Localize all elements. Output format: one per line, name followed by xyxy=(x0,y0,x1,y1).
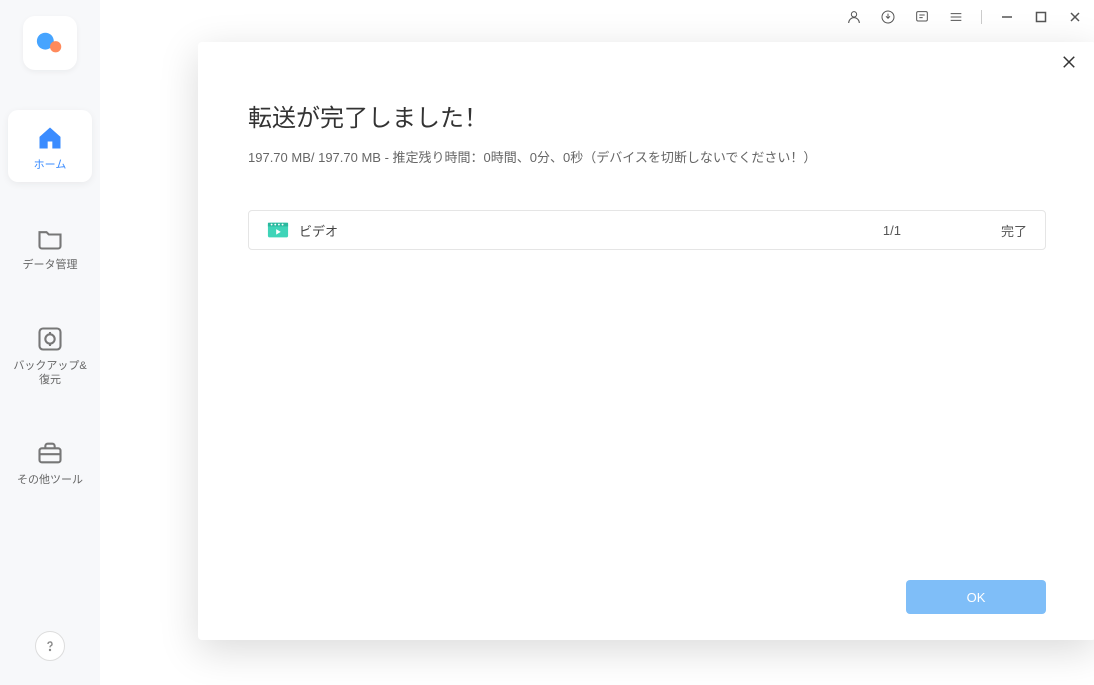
transfer-item-status: 完了 xyxy=(1001,221,1027,240)
folder-icon xyxy=(36,224,64,252)
transfer-complete-dialog: 転送が完了しました！ 197.70 MB/ 197.70 MB - 推定残り時間… xyxy=(198,42,1094,640)
sidebar: ホーム データ管理 バックアップ& 復元 その他ツール xyxy=(0,0,100,685)
dialog-close-button[interactable] xyxy=(1058,51,1080,73)
video-icon xyxy=(267,220,289,240)
help-button[interactable] xyxy=(35,631,65,661)
home-icon xyxy=(36,124,64,152)
nav-backup[interactable]: バックアップ& 復元 xyxy=(8,311,92,398)
dialog-subtitle: 197.70 MB/ 197.70 MB - 推定残り時間：0時間、0分、0秒（… xyxy=(248,147,1046,166)
transfer-item-count: 1/1 xyxy=(883,223,901,238)
dialog-title: 転送が完了しました！ xyxy=(248,98,1046,133)
ok-button[interactable]: OK xyxy=(906,580,1046,614)
nav-data[interactable]: データ管理 xyxy=(8,210,92,282)
nav-backup-label: バックアップ& 復元 xyxy=(13,359,86,388)
transfer-item-row: ビデオ 1/1 完了 xyxy=(248,210,1046,250)
nav-tools[interactable]: その他ツール xyxy=(8,425,92,497)
main-area: ング 3 転送が完了しました！ 197.70 MB/ 197.70 MB - 推… xyxy=(100,0,1094,685)
nav-tools-label: その他ツール xyxy=(17,473,83,487)
nav-home[interactable]: ホーム xyxy=(8,110,92,182)
transfer-item-name: ビデオ xyxy=(299,221,338,240)
nav-data-label: データ管理 xyxy=(23,258,78,272)
toolbox-icon xyxy=(36,439,64,467)
backup-icon xyxy=(36,325,64,353)
app-logo xyxy=(23,16,77,70)
modal-overlay: 転送が完了しました！ 197.70 MB/ 197.70 MB - 推定残り時間… xyxy=(100,0,1094,685)
nav-home-label: ホーム xyxy=(34,158,67,172)
